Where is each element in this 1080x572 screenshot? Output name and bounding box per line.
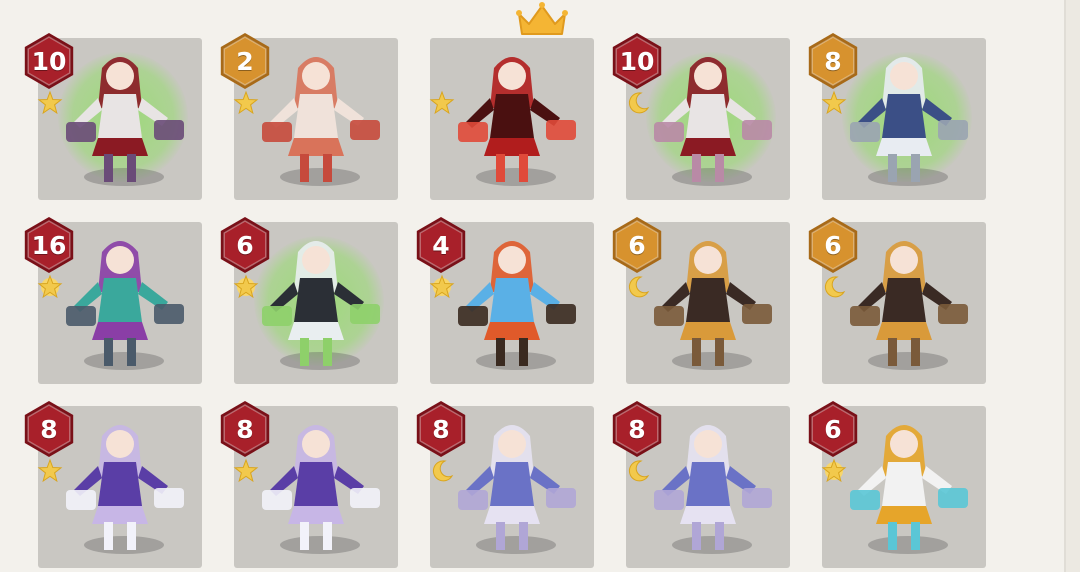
level-number: 2 — [236, 46, 254, 76]
hero-roster-panel: 10 2 10 8 16 6 4 6 6 8 8 8 8 6 — [0, 0, 1066, 572]
level-badge: 8 — [806, 32, 860, 90]
moon-icon — [628, 92, 650, 114]
hero-slot[interactable]: 4 — [412, 217, 594, 384]
star-icon — [37, 90, 63, 115]
hero-slot[interactable]: 6 — [804, 217, 986, 384]
hero-slot[interactable]: 8 — [608, 401, 790, 568]
level-badge: 4 — [414, 216, 468, 274]
moon-icon — [628, 460, 650, 482]
star-icon — [429, 90, 455, 115]
hero-slot[interactable]: 16 — [20, 217, 202, 384]
sun-star-icon — [821, 458, 847, 483]
level-number: 8 — [628, 414, 646, 444]
level-badge: 6 — [218, 216, 272, 274]
level-badge: 6 — [610, 216, 664, 274]
hero-card[interactable] — [430, 38, 594, 200]
level-badge: 10 — [22, 32, 76, 90]
hero-figure — [458, 57, 576, 182]
crown-icon — [516, 2, 568, 35]
level-badge: 8 — [414, 400, 468, 458]
level-number: 6 — [628, 230, 646, 260]
level-badge: 10 — [610, 32, 664, 90]
moon-icon — [824, 276, 846, 298]
level-number: 8 — [824, 46, 842, 76]
level-number: 6 — [236, 230, 254, 260]
sun-star-icon — [37, 274, 63, 299]
hero-slot[interactable]: 8 — [20, 401, 202, 568]
level-badge: 2 — [218, 32, 272, 90]
hero-slot[interactable]: 2 — [216, 33, 398, 200]
moon-icon — [628, 276, 650, 298]
hero-slot[interactable]: 10 — [608, 33, 790, 200]
level-number: 4 — [432, 230, 450, 260]
hero-slot[interactable]: 8 — [216, 401, 398, 568]
hero-grid: 10 2 10 8 16 6 4 6 6 8 8 8 8 6 — [20, 33, 986, 568]
level-badge: 16 — [22, 216, 76, 274]
hero-slot[interactable] — [412, 36, 594, 200]
hero-slot[interactable]: 6 — [608, 217, 790, 384]
level-number: 10 — [31, 46, 67, 76]
level-number: 6 — [824, 230, 842, 260]
level-number: 16 — [31, 230, 67, 260]
level-number: 8 — [236, 414, 254, 444]
level-number: 8 — [40, 414, 58, 444]
hero-slot[interactable]: 6 — [804, 401, 986, 568]
sun-star-icon — [429, 274, 455, 299]
sun-star-icon — [233, 274, 259, 299]
hero-slot[interactable]: 10 — [20, 33, 202, 200]
star-icon — [821, 90, 847, 115]
star-icon — [37, 458, 63, 483]
level-badge: 8 — [610, 400, 664, 458]
level-badge: 8 — [218, 400, 272, 458]
level-badge: 6 — [806, 400, 860, 458]
moon-icon — [432, 460, 454, 482]
level-badge: 6 — [806, 216, 860, 274]
hero-slot[interactable]: 6 — [216, 217, 398, 384]
level-number: 6 — [824, 414, 842, 444]
hero-slot[interactable]: 8 — [804, 33, 986, 200]
level-number: 8 — [432, 414, 450, 444]
hero-slot[interactable]: 8 — [412, 401, 594, 568]
level-number: 10 — [619, 46, 655, 76]
star-icon — [233, 90, 259, 115]
level-badge: 8 — [22, 400, 76, 458]
star-icon — [233, 458, 259, 483]
